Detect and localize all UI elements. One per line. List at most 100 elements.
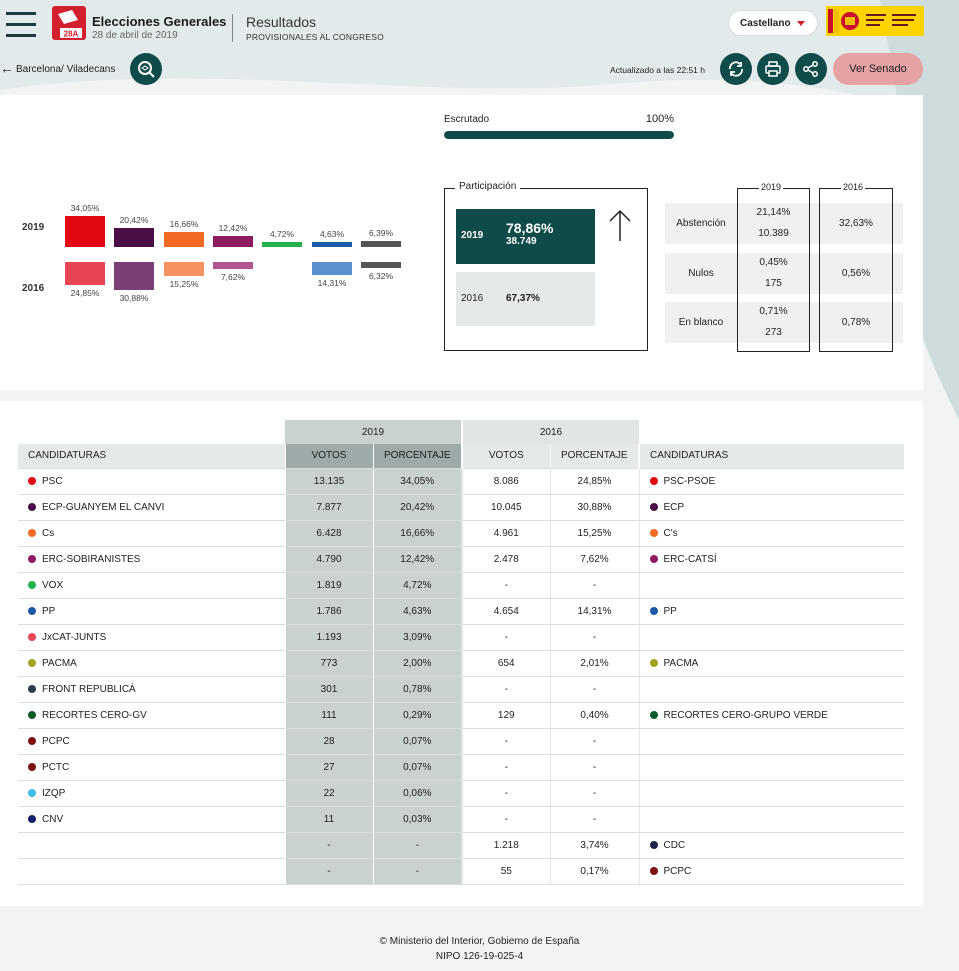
party-color-dot <box>649 866 658 875</box>
votes-2016: 10.045 <box>461 494 550 521</box>
breadcrumb: Barcelona/ Viladecans <box>16 64 116 75</box>
language-select[interactable]: Castellano <box>728 10 818 36</box>
bar-2019 <box>262 242 302 247</box>
percent-2019: 3,09% <box>372 624 462 651</box>
votes-2019: 27 <box>284 754 373 781</box>
party-color-dot <box>649 710 658 719</box>
table-row: PCTC 27 0,07% - - <box>18 754 904 781</box>
ver-senado-button[interactable]: Ver Senado <box>833 53 923 85</box>
printer-icon <box>765 61 781 77</box>
percent-2019: 0,29% <box>372 702 462 729</box>
percent-2016: - <box>549 728 639 755</box>
votes-2016: 8.086 <box>461 468 550 495</box>
votes-2016: 55 <box>461 858 550 885</box>
party-name-2019: Cs <box>18 520 285 547</box>
bar-2019 <box>114 228 154 247</box>
arrow-up-icon <box>609 209 631 241</box>
results-subtitle: PROVISIONALES AL CONGRESO <box>246 32 384 42</box>
participacion-2019-pct: 78,86% <box>506 220 554 236</box>
print-button[interactable] <box>757 53 789 85</box>
bar-2019 <box>65 216 105 247</box>
stats-b-pct: 32,63% <box>839 218 873 229</box>
party-name-2019: ERC-SOBIRANISTES <box>18 546 285 573</box>
footer-nipo: NIPO 126-19-025-4 <box>435 951 524 962</box>
bar-2016 <box>312 262 352 275</box>
arrow-left-icon: ← <box>0 60 14 76</box>
votes-2019: 6.428 <box>284 520 373 547</box>
party-name-2016: PCPC <box>638 858 904 885</box>
party-name-2019 <box>18 858 285 885</box>
col-header-votos-2019: VOTOS <box>284 444 373 469</box>
bar-2019 <box>361 241 401 247</box>
percent-2019: 4,63% <box>372 598 462 625</box>
col-header-votos-2016: VOTOS <box>461 444 550 469</box>
party-color-dot <box>28 710 36 719</box>
party-color-dot <box>28 632 36 641</box>
bar-2016 <box>164 262 204 276</box>
share-button[interactable] <box>795 53 827 85</box>
back-link[interactable]: ← Barcelona/ Viladecans <box>0 60 115 76</box>
government-logo <box>826 6 924 36</box>
menu-icon[interactable] <box>6 12 36 40</box>
votes-2019: 301 <box>284 676 373 703</box>
year-label-2016: 2016 <box>22 283 45 294</box>
party-name-2016 <box>638 676 904 703</box>
table-row: FRONT REPUBLICÀ 301 0,78% - - <box>18 676 904 703</box>
percent-2016: - <box>549 780 639 807</box>
escrutado-value: 100% <box>645 113 674 125</box>
table-row: RECORTES CERO-GV 111 0,29% 129 0,40% RECORTES… <box>18 702 904 729</box>
table-row: PCPC 28 0,07% - - <box>18 728 904 755</box>
bar-2019 <box>312 242 352 247</box>
percent-2019: 34,05% <box>372 468 462 495</box>
col-header-porcentaje-2016: PORCENTAJE <box>549 444 639 469</box>
bar-2016 <box>114 262 154 290</box>
party-color-dot <box>28 606 36 615</box>
percent-2019: - <box>372 832 462 859</box>
percent-2016: 30,88% <box>549 494 639 521</box>
pct-2019: 16,66% <box>169 219 199 229</box>
party-name-2016: PP <box>638 598 904 625</box>
table-row: - -55 0,17% PCPC <box>18 858 904 885</box>
party-name-2019: VOX <box>18 572 285 599</box>
participacion-2016: 2016 67,37% <box>456 272 595 326</box>
party-name-2016: PACMA <box>638 650 904 677</box>
participacion-title: Participación <box>455 181 521 192</box>
party-name-2019: PSC <box>18 468 285 495</box>
bar-2016 <box>361 262 401 268</box>
table-row: ECP-GUANYEM EL CANVI 7.877 20,42% 10.045 30,… <box>18 494 904 521</box>
percent-2019: 0,78% <box>372 676 462 703</box>
pct-2016: 14,31% <box>317 278 347 288</box>
app-title: Elecciones Generales <box>92 14 227 29</box>
party-color-dot <box>28 580 36 589</box>
search-location-button[interactable] <box>130 53 162 85</box>
party-color-dot <box>28 554 36 563</box>
party-color-dot <box>28 528 36 537</box>
party-name-2016: PSC-PSOE <box>638 468 904 495</box>
stats-label: Abstención <box>676 218 726 229</box>
party-name-2016 <box>638 806 904 833</box>
bar-2016 <box>65 262 105 285</box>
updated-time: Actualizado a las 22:51 h <box>610 65 705 75</box>
party-name-2016 <box>638 624 904 651</box>
party-color-dot <box>28 502 36 511</box>
party-name-2019: PCPC <box>18 728 285 755</box>
votes-2016: 654 <box>461 650 550 677</box>
party-name-2019: CNV <box>18 806 285 833</box>
table-row: VOX 1.819 4,72% - - <box>18 572 904 599</box>
party-name-2019: PP <box>18 598 285 625</box>
participacion-2019-year: 2019 <box>461 230 484 241</box>
votes-2019: 1.819 <box>284 572 373 599</box>
party-color-dot <box>28 736 36 745</box>
percent-2019: - <box>372 858 462 885</box>
election-date: 28 de abril de 2019 <box>92 30 178 41</box>
stats-b-pct: 0,56% <box>841 268 871 279</box>
percent-2019: 12,42% <box>372 546 462 573</box>
table-row: PP 1.786 4,63% 4.654 14,31% PP <box>18 598 904 625</box>
refresh-button[interactable] <box>720 53 752 85</box>
table-row: CNV 11 0,03% - - <box>18 806 904 833</box>
stats-a-pct: 0,45% <box>759 257 788 268</box>
votes-2016: - <box>461 806 550 833</box>
percent-2019: 0,06% <box>372 780 462 807</box>
year-header-2016: 2016 <box>461 420 639 444</box>
participacion-2016-pct: 67,37% <box>506 293 540 304</box>
